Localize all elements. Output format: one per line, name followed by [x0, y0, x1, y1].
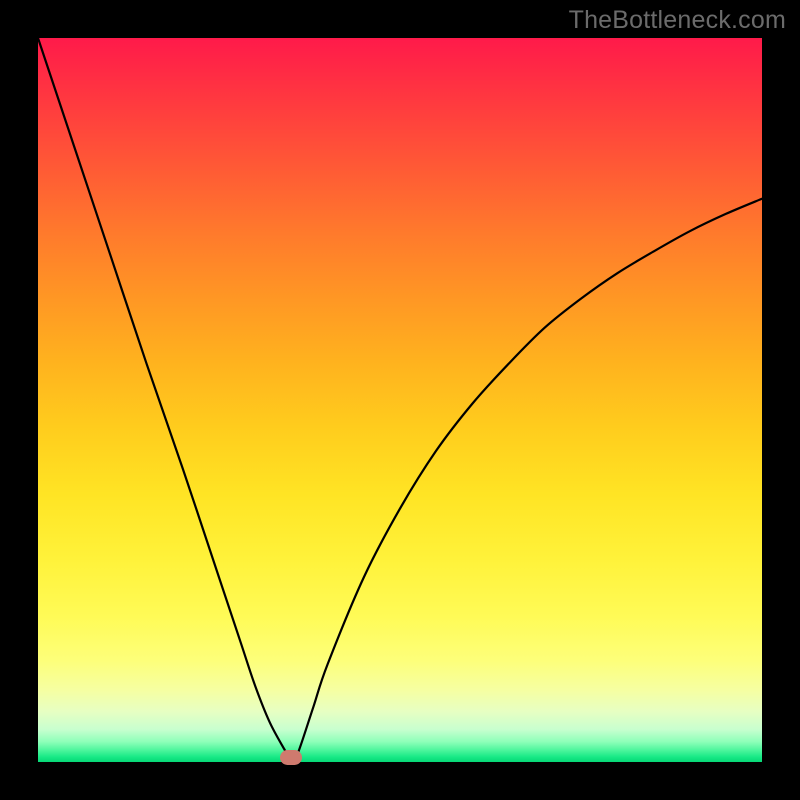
minimum-marker [280, 750, 302, 765]
bottleneck-curve [38, 38, 762, 758]
chart-frame: TheBottleneck.com [0, 0, 800, 800]
plot-area [38, 38, 762, 762]
curve-svg [38, 38, 762, 762]
watermark-text: TheBottleneck.com [569, 6, 786, 35]
